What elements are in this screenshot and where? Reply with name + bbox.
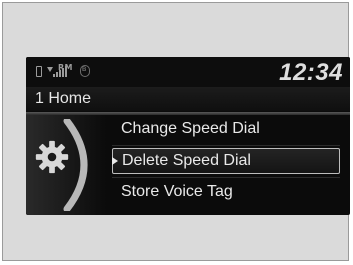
figure-frame: RM 12:34 1 Home <box>2 2 350 261</box>
menu-list: Change Speed Dial Delete Speed Dial Stor… <box>112 115 340 215</box>
menu-separator <box>112 177 340 178</box>
menu-item-label: Store Voice Tag <box>121 183 233 200</box>
clock: 12:34 <box>279 59 343 86</box>
menu-item-change-speed-dial[interactable]: Change Speed Dial <box>112 116 340 142</box>
bluetooth-icon <box>79 64 90 77</box>
menu-item-store-voice-tag[interactable]: Store Voice Tag <box>112 179 340 205</box>
status-icons: RM <box>35 63 90 77</box>
menu-item-label: Delete Speed Dial <box>122 152 251 169</box>
status-bar: RM 12:34 <box>26 57 350 87</box>
title-row: 1 Home <box>26 87 350 111</box>
phone-icon <box>35 66 43 77</box>
roaming-label: RM <box>58 63 73 72</box>
display-screen: RM 12:34 1 Home <box>26 57 350 215</box>
menu-item-label: Change Speed Dial <box>121 120 260 137</box>
page-title: 1 Home <box>35 90 92 107</box>
menu-item-delete-speed-dial[interactable]: Delete Speed Dial <box>112 148 340 174</box>
menu-separator <box>112 145 340 146</box>
